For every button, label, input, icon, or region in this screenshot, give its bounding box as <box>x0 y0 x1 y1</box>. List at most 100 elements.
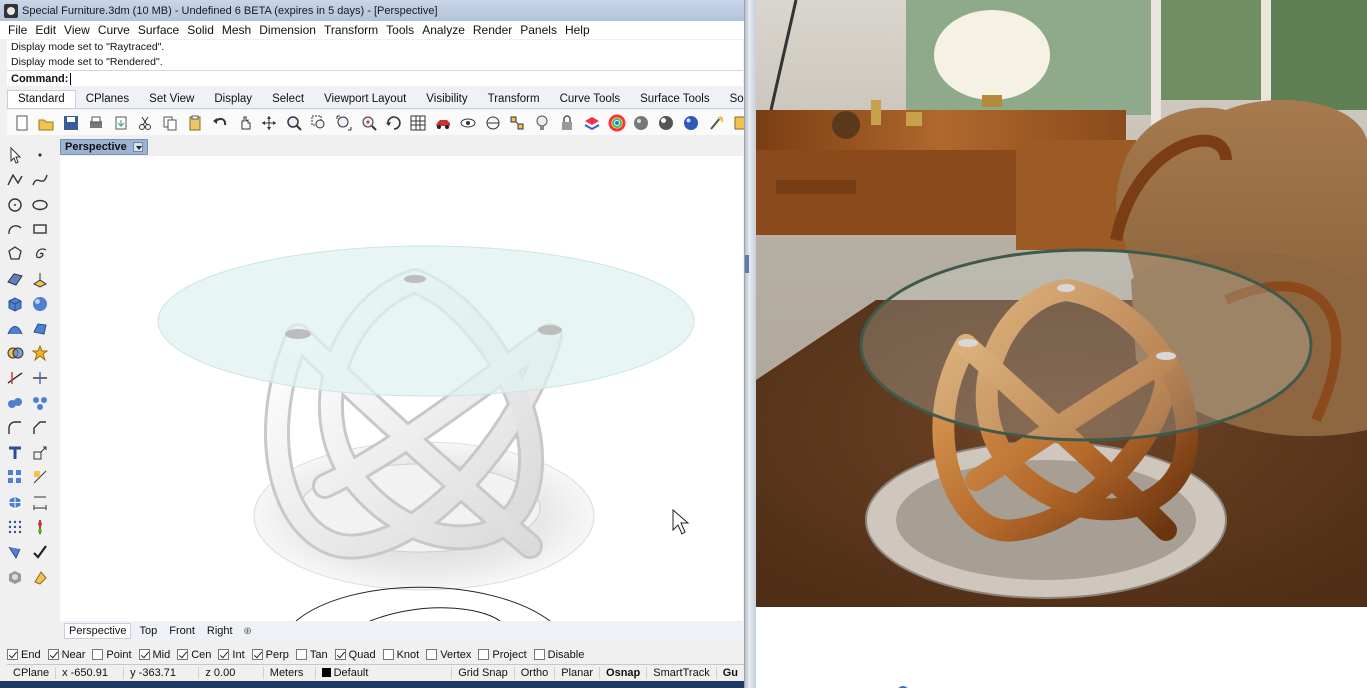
tab-solid-tools[interactable]: Solid T <box>720 93 744 108</box>
osnap-checkbox[interactable] <box>218 649 230 660</box>
vtab-top[interactable]: Top <box>135 624 161 638</box>
render-sphere-icon[interactable] <box>656 112 677 133</box>
tab-transform[interactable]: Transform <box>478 93 550 108</box>
mesh-icon[interactable] <box>5 492 25 512</box>
color-wheel-icon[interactable] <box>606 112 627 133</box>
osnap-checkbox[interactable] <box>533 649 545 660</box>
boolean-icon[interactable] <box>5 343 25 363</box>
menu-edit[interactable]: Edit <box>31 23 60 37</box>
tab-set-view[interactable]: Set View <box>139 93 204 108</box>
osnap-checkbox[interactable] <box>426 649 438 660</box>
status-planar[interactable]: Planar <box>555 667 601 679</box>
vtab-right[interactable]: Right <box>203 624 237 638</box>
perspective-viewport[interactable] <box>60 156 743 621</box>
title-bar[interactable]: Special Furniture.3dm (10 MB) - Undefine… <box>0 0 744 21</box>
command-line[interactable]: Command: <box>7 70 743 86</box>
scale-icon[interactable] <box>30 443 50 463</box>
cut-icon[interactable] <box>135 112 156 133</box>
pan-icon[interactable] <box>234 112 255 133</box>
viewport-tab-options-icon[interactable]: ⊕ <box>241 624 255 638</box>
osnap-icon[interactable] <box>507 112 528 133</box>
properties-icon[interactable] <box>705 112 726 133</box>
curve-icon[interactable] <box>30 170 50 190</box>
tab-visibility[interactable]: Visibility <box>416 93 477 108</box>
group-icon[interactable] <box>30 393 50 413</box>
status-layer[interactable]: Default <box>316 667 453 679</box>
menu-transform[interactable]: Transform <box>320 23 382 37</box>
fillet-icon[interactable] <box>5 418 25 438</box>
box-icon[interactable] <box>5 294 25 314</box>
menu-analyze[interactable]: Analyze <box>418 23 469 37</box>
viewport-title-tab[interactable]: Perspective <box>60 139 148 155</box>
surface-icon[interactable] <box>5 269 25 289</box>
undo-icon[interactable] <box>209 112 230 133</box>
osnap-checkbox[interactable] <box>7 649 18 660</box>
array-icon[interactable] <box>5 467 25 487</box>
zoom-icon[interactable] <box>284 112 305 133</box>
chamfer-icon[interactable] <box>30 418 50 438</box>
osnap-cen[interactable]: Cen <box>177 649 211 661</box>
paste-icon[interactable] <box>185 112 206 133</box>
extra-icon[interactable] <box>730 112 744 133</box>
rhino-app-icon[interactable] <box>4 3 18 18</box>
status-cplane[interactable]: CPlane <box>7 667 57 679</box>
circle-icon[interactable] <box>5 195 25 215</box>
vtab-perspective[interactable]: Perspective <box>64 623 132 639</box>
trim-icon[interactable] <box>5 368 25 388</box>
render-icon[interactable] <box>5 567 25 587</box>
status-smarttrack[interactable]: SmartTrack <box>647 667 717 679</box>
material-sphere-icon[interactable] <box>631 112 652 133</box>
vtab-front[interactable]: Front <box>165 624 199 638</box>
osnap-mid[interactable]: Mid <box>138 649 170 661</box>
paint-icon[interactable] <box>30 567 50 587</box>
tab-cplanes[interactable]: CPlanes <box>76 93 139 108</box>
tab-standard[interactable]: Standard <box>7 90 76 108</box>
tab-viewport-layout[interactable]: Viewport Layout <box>314 93 416 108</box>
status-osnap[interactable]: Osnap <box>600 667 648 679</box>
osnap-checkbox[interactable] <box>295 649 307 660</box>
select-arrow-icon[interactable] <box>5 145 25 165</box>
scroll-grip[interactable] <box>745 255 749 273</box>
tab-curve-tools[interactable]: Curve Tools <box>550 93 631 108</box>
command-input[interactable] <box>70 72 73 85</box>
osnap-checkbox[interactable] <box>92 649 104 660</box>
layers-icon[interactable] <box>581 112 602 133</box>
polygon-icon[interactable] <box>5 244 25 264</box>
lock-icon[interactable] <box>557 112 578 133</box>
tab-select[interactable]: Select <box>262 93 314 108</box>
point-grid-icon[interactable] <box>5 517 25 537</box>
polyline-icon[interactable] <box>5 170 25 190</box>
status-ortho[interactable]: Ortho <box>515 667 556 679</box>
light-icon[interactable] <box>532 112 553 133</box>
spiral-icon[interactable] <box>30 244 50 264</box>
osnap-end[interactable]: End <box>7 649 41 661</box>
menu-dimension[interactable]: Dimension <box>255 23 320 37</box>
check-icon[interactable] <box>30 542 50 562</box>
copy-icon[interactable] <box>160 112 181 133</box>
dimension-icon[interactable] <box>30 492 50 512</box>
car-icon[interactable] <box>433 112 454 133</box>
osnap-vertex[interactable]: Vertex <box>426 649 471 661</box>
menu-mesh[interactable]: Mesh <box>218 23 255 37</box>
viewport-menu-arrow-icon[interactable] <box>132 142 143 152</box>
menu-help[interactable]: Help <box>561 23 594 37</box>
point-icon[interactable] <box>30 145 50 165</box>
grid-icon[interactable] <box>408 112 429 133</box>
loft-icon[interactable] <box>5 319 25 339</box>
arc-icon[interactable] <box>5 219 25 239</box>
open-icon[interactable] <box>36 112 57 133</box>
transform-icon[interactable] <box>30 467 50 487</box>
hide-icon[interactable] <box>457 112 478 133</box>
zoom-extents-icon[interactable] <box>333 112 354 133</box>
new-icon[interactable] <box>11 112 32 133</box>
patch-icon[interactable] <box>30 319 50 339</box>
menu-curve[interactable]: Curve <box>94 23 134 37</box>
menu-file[interactable]: File <box>4 23 31 37</box>
command-history[interactable]: Display mode set to "Raytraced". Display… <box>7 40 743 70</box>
osnap-checkbox[interactable] <box>251 649 263 660</box>
tab-surface-tools[interactable]: Surface Tools <box>630 93 719 108</box>
explode-icon[interactable] <box>30 343 50 363</box>
menu-render[interactable]: Render <box>469 23 516 37</box>
status-grid-snap[interactable]: Grid Snap <box>452 667 515 679</box>
distance-icon[interactable] <box>482 112 503 133</box>
